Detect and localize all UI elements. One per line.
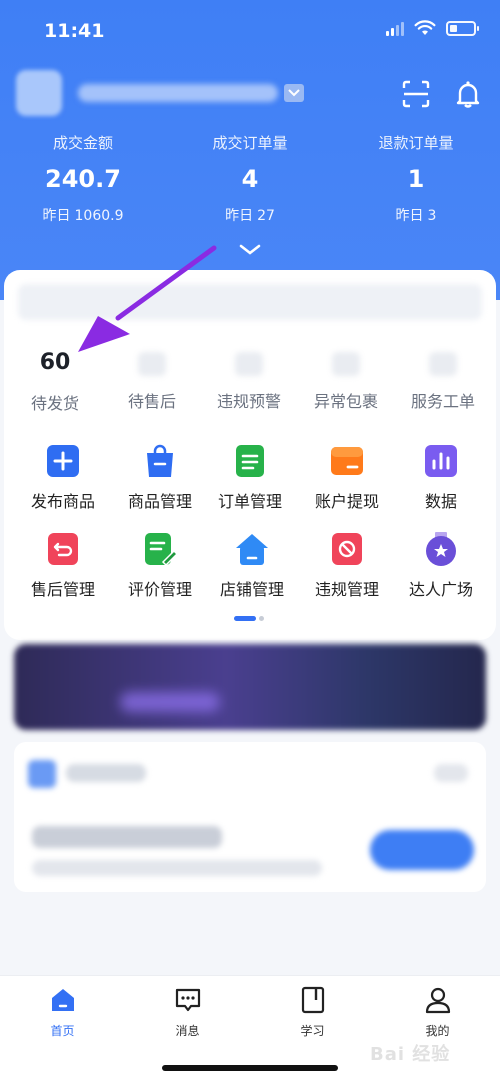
banner-highlight	[120, 692, 220, 712]
tab-profile[interactable]: 我的	[375, 986, 500, 1039]
tool-aftersale-management[interactable]: 售后管理	[14, 532, 112, 600]
tab-learn[interactable]: 学习	[250, 986, 375, 1039]
watermark: Bai 经验	[370, 1044, 451, 1065]
shop-switcher[interactable]	[16, 70, 486, 118]
profile-icon	[425, 987, 450, 1014]
status-icons	[386, 20, 479, 36]
action-button-redacted[interactable]	[370, 830, 474, 870]
tool-data[interactable]: 数据	[392, 444, 490, 512]
dashboard-header: 11:41 成交金额 240.7 昨日 1060.9 成交订单量 4 昨日 27…	[0, 0, 500, 300]
tool-influencer-plaza[interactable]: 达人广场	[392, 532, 490, 600]
tab-home[interactable]: 首页	[0, 986, 125, 1039]
home-indicator	[162, 1065, 338, 1071]
shop-name-redacted[interactable]	[78, 84, 278, 102]
tool-publish-product[interactable]: 发布商品	[14, 444, 112, 512]
tool-product-management[interactable]: 商品管理	[111, 444, 209, 512]
tool-store-management[interactable]: 店铺管理	[203, 532, 301, 600]
metric-violation-warning[interactable]: 违规预警	[200, 350, 298, 412]
tool-violation-management[interactable]: 违规管理	[298, 532, 396, 600]
battery-icon	[446, 20, 479, 36]
pending-metrics: 60 待发货 待售后 违规预警 异常包裹 服务工单	[4, 350, 496, 420]
shopping-bag-icon	[147, 444, 173, 477]
star-medal-icon	[426, 532, 456, 566]
tab-messages[interactable]: 消息	[125, 986, 250, 1039]
workbench-card: 60 待发货 待售后 违规预警 异常包裹 服务工单 发布商品 商品管理 订单管理…	[4, 270, 496, 640]
metric-pending-aftersale[interactable]: 待售后	[103, 350, 201, 412]
promo-banner-redacted[interactable]	[14, 644, 486, 730]
status-time: 11:41	[44, 20, 105, 42]
tool-review-management[interactable]: 评价管理	[111, 532, 209, 600]
sales-stats: 成交金额 240.7 昨日 1060.9 成交订单量 4 昨日 27 退款订单量 1…	[0, 132, 500, 232]
stat-transaction-amount[interactable]: 成交金额 240.7 昨日 1060.9	[0, 132, 166, 225]
shop-avatar[interactable]	[16, 70, 62, 116]
review-edit-icon	[145, 533, 177, 566]
store-icon	[236, 534, 268, 565]
bar-chart-icon	[425, 445, 457, 477]
return-icon	[48, 533, 78, 565]
metric-pending-shipment[interactable]: 60 待发货	[6, 350, 104, 414]
add-icon	[47, 445, 79, 477]
book-icon	[301, 986, 324, 1014]
expand-chevron-icon[interactable]	[238, 243, 262, 257]
stat-refund-count[interactable]: 退款订单量 1 昨日 3	[333, 132, 499, 225]
prohibited-icon	[332, 533, 362, 565]
tool-account-withdraw[interactable]: 账户提现	[298, 444, 396, 512]
order-list-icon	[236, 445, 264, 477]
wallet-icon	[331, 447, 363, 475]
wifi-icon	[414, 20, 436, 35]
notice-bar-redacted[interactable]	[18, 284, 482, 320]
tool-order-management[interactable]: 订单管理	[201, 444, 299, 512]
message-icon	[175, 988, 200, 1012]
scan-icon[interactable]	[400, 78, 432, 110]
stat-order-count[interactable]: 成交订单量 4 昨日 27	[167, 132, 333, 225]
cellular-signal-icon	[386, 20, 404, 36]
home-icon	[51, 989, 74, 1011]
page-indicator	[234, 616, 264, 621]
metric-abnormal-package[interactable]: 异常包裹	[297, 350, 395, 412]
status-bar: 11:41	[0, 0, 500, 62]
info-card-redacted[interactable]	[14, 742, 486, 892]
metric-service-ticket[interactable]: 服务工单	[394, 350, 492, 412]
chevron-down-icon[interactable]	[284, 84, 304, 102]
bell-icon[interactable]	[452, 78, 484, 110]
